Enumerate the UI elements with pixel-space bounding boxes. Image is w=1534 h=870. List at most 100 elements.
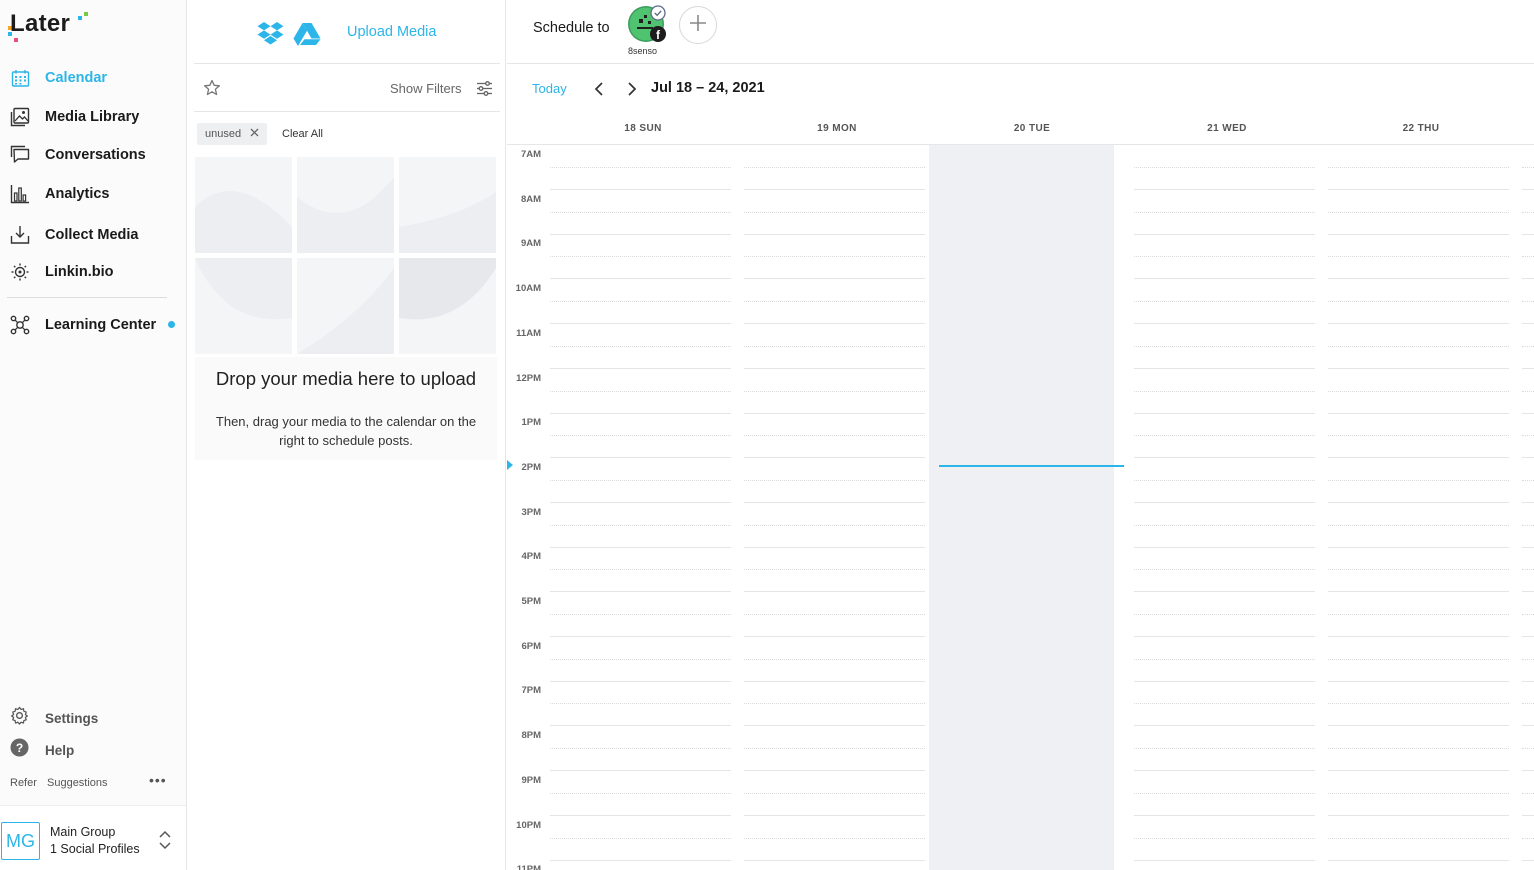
half-hour-gridline	[1522, 346, 1534, 348]
half-hour-gridline	[1522, 569, 1534, 571]
social-profile-avatar[interactable]: f	[627, 5, 667, 45]
suggestions-link[interactable]: Suggestions	[47, 777, 108, 789]
hour-gridline	[744, 814, 925, 816]
hour-gridline	[550, 188, 731, 190]
half-hour-gridline	[744, 659, 925, 661]
show-filters-button[interactable]: Show Filters	[390, 81, 462, 96]
hour-gridline	[1328, 680, 1509, 682]
half-hour-gridline	[1134, 614, 1315, 616]
schedule-bar: Schedule to f 8senso	[507, 0, 1534, 64]
day-column[interactable]	[744, 145, 929, 870]
sliders-icon[interactable]	[476, 80, 493, 102]
hour-gridline	[1134, 814, 1315, 816]
nav-item-settings[interactable]: Settings	[10, 706, 180, 729]
google-drive-icon[interactable]	[293, 22, 321, 51]
add-profile-button[interactable]	[679, 6, 717, 44]
hour-gridline	[1134, 367, 1315, 369]
day-column[interactable]	[929, 145, 1114, 870]
half-hour-gridline	[550, 614, 731, 616]
nav-item-label: Linkin.bio	[45, 264, 114, 280]
chevron-right-icon[interactable]	[624, 80, 640, 98]
hour-gridline	[550, 859, 731, 861]
half-hour-gridline	[1522, 391, 1534, 393]
day-column[interactable]	[550, 145, 735, 870]
half-hour-gridline	[744, 525, 925, 527]
avatar: MG	[1, 822, 40, 860]
plus-icon	[689, 14, 707, 37]
half-hour-gridline	[550, 703, 731, 705]
day-header: 21 WED	[1207, 123, 1247, 134]
hour-gridline	[1522, 501, 1534, 503]
today-button[interactable]: Today	[532, 81, 567, 96]
account-profiles-count: 1 Social Profiles	[50, 842, 140, 856]
placeholder-tile	[195, 157, 292, 253]
half-hour-gridline	[744, 838, 925, 840]
hour-gridline	[550, 322, 731, 324]
hour-gridline	[1328, 367, 1509, 369]
half-hour-gridline	[550, 346, 731, 348]
half-hour-gridline	[1134, 256, 1315, 258]
filter-bar: Show Filters	[194, 64, 500, 112]
account-switcher[interactable]: MG Main Group 1 Social Profiles	[0, 805, 186, 870]
media-panel: Upload Media Show Filters unused Clear A…	[187, 0, 506, 870]
half-hour-gridline	[744, 391, 925, 393]
half-hour-gridline	[1522, 301, 1534, 303]
logo-square	[84, 12, 88, 16]
hour-label: 9PM	[521, 775, 541, 786]
dropbox-icon[interactable]	[257, 22, 284, 50]
notification-dot	[168, 321, 175, 328]
star-icon[interactable]	[203, 79, 221, 102]
hour-gridline	[1134, 322, 1315, 324]
hour-gridline	[1134, 412, 1315, 414]
half-hour-gridline	[1134, 391, 1315, 393]
half-hour-gridline	[1522, 748, 1534, 750]
nav-item-conversations[interactable]: Conversations	[10, 143, 180, 167]
close-icon[interactable]	[250, 128, 259, 140]
half-hour-gridline	[1522, 703, 1534, 705]
nav-item-calendar[interactable]: Calendar	[10, 66, 180, 90]
hour-gridline	[1328, 769, 1509, 771]
day-column[interactable]	[1134, 145, 1319, 870]
logo-square	[14, 38, 18, 42]
hour-gridline	[1328, 277, 1509, 279]
refer-link[interactable]: Refer	[10, 777, 37, 789]
half-hour-gridline	[1522, 435, 1534, 437]
hour-gridline	[550, 456, 731, 458]
hour-gridline	[744, 590, 925, 592]
day-column[interactable]	[1328, 145, 1513, 870]
hour-gridline	[550, 814, 731, 816]
chevron-left-icon[interactable]	[592, 80, 608, 98]
half-hour-gridline	[1134, 793, 1315, 795]
half-hour-gridline	[744, 569, 925, 571]
week-grid[interactable]: 7AM 8AM 9AM 10AM 11AM 12PM 1PM 2PM 3PM 4PM 5PM 6PM 7…	[507, 145, 1534, 870]
nav-item-collect-media[interactable]: Collect Media	[10, 223, 180, 247]
hour-gridline	[744, 680, 925, 682]
half-hour-gridline	[744, 256, 925, 258]
more-options-button[interactable]: •••	[149, 772, 167, 788]
hour-gridline	[1522, 814, 1534, 816]
half-hour-gridline	[1328, 614, 1509, 616]
half-hour-gridline	[550, 391, 731, 393]
hour-gridline	[1134, 590, 1315, 592]
hour-gridline	[1328, 859, 1509, 861]
clear-all-button[interactable]: Clear All	[282, 128, 323, 140]
placeholder-tile	[195, 258, 292, 354]
half-hour-gridline	[744, 346, 925, 348]
nav-item-linkin-bio[interactable]: Linkin.bio	[10, 260, 180, 284]
half-hour-gridline	[1134, 525, 1315, 527]
half-hour-gridline	[1522, 614, 1534, 616]
nav-item-media-library[interactable]: Media Library	[10, 105, 180, 129]
chevron-up-down-icon[interactable]	[158, 830, 172, 855]
hour-gridline	[1134, 456, 1315, 458]
day-column[interactable]	[1522, 145, 1534, 870]
hour-gridline	[744, 367, 925, 369]
half-hour-gridline	[550, 748, 731, 750]
nav-item-learning-center[interactable]: Learning Center	[10, 313, 180, 337]
hour-gridline	[1328, 456, 1509, 458]
hour-label: 11PM	[516, 864, 541, 870]
hour-gridline	[550, 635, 731, 637]
nav-item-help[interactable]: ? Help	[10, 738, 180, 761]
nav-item-analytics[interactable]: Analytics	[10, 182, 180, 206]
hour-gridline	[1134, 501, 1315, 503]
upload-media-button[interactable]: Upload Media	[347, 24, 436, 40]
